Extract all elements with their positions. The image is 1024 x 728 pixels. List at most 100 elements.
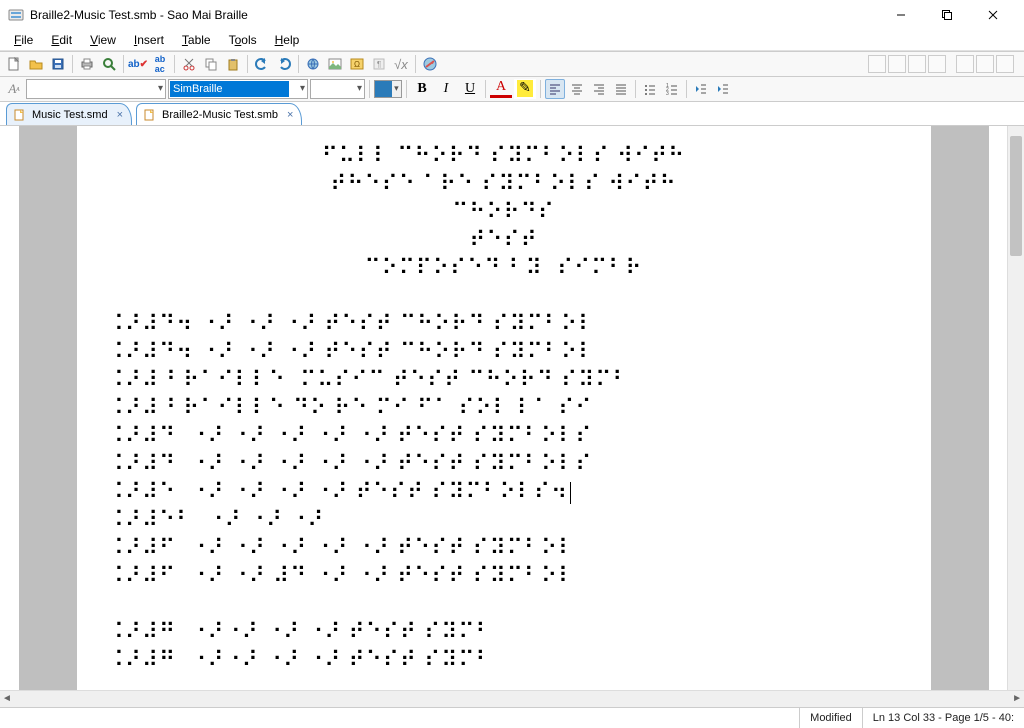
link-button[interactable] bbox=[303, 54, 323, 74]
editor-area: ⠋⠥⠇⠇ ⠉⠓⠕⠗⠙ ⠎⠽⠍⠃⠕⠇⠎ ⠺⠊⠞⠓⠞⠓⠑⠎⠑ ⠁⠗⠑ ⠎⠽⠍⠃⠕⠇⠎… bbox=[0, 126, 1024, 690]
menu-file[interactable]: File bbox=[6, 31, 41, 49]
svg-text:Ω: Ω bbox=[354, 60, 360, 69]
braille-line: ⠨⠜⠼⠙ ⠐⠜ ⠐⠜ ⠐⠜ ⠐⠜ ⠐⠜ ⠞⠑⠎⠞ ⠎⠽⠍⠃⠕⠇⠎ bbox=[101, 422, 907, 450]
toolbar-main: ab✔ abac Ω ¶ √x bbox=[0, 51, 1024, 76]
view-mode-7[interactable] bbox=[996, 55, 1014, 73]
color-swatch-select[interactable]: ▾ bbox=[374, 80, 402, 98]
bullet-list-button[interactable] bbox=[640, 79, 660, 99]
document-icon bbox=[13, 108, 27, 122]
equation-button[interactable]: √x bbox=[391, 54, 411, 74]
font-style-select[interactable]: SimBraille ▾ bbox=[168, 79, 308, 99]
underline-button[interactable]: U bbox=[459, 79, 481, 99]
menu-edit[interactable]: Edit bbox=[43, 31, 80, 49]
minimize-button[interactable] bbox=[878, 0, 924, 30]
tab-label: Music Test.smd bbox=[32, 109, 108, 121]
horizontal-scrollbar[interactable]: ◄ ► bbox=[0, 690, 1024, 707]
font-size-select[interactable]: ▾ bbox=[310, 79, 365, 99]
braille-line: ⠨⠜⠼⠙⠲ ⠐⠜ ⠐⠜ ⠐⠜ ⠞⠑⠎⠞ ⠉⠓⠕⠗⠙ ⠎⠽⠍⠃⠕⠇ bbox=[101, 310, 907, 338]
font-color-button[interactable]: A bbox=[490, 80, 512, 98]
scrollbar-thumb[interactable] bbox=[1010, 136, 1022, 256]
document-icon bbox=[143, 108, 157, 122]
font-style-value: SimBraille bbox=[173, 83, 223, 95]
doc-tab-1[interactable]: Music Test.smd × bbox=[6, 103, 132, 125]
font-dialog-button[interactable]: Aᴀ bbox=[4, 79, 24, 99]
spellcheck-button[interactable]: ab✔ bbox=[128, 54, 148, 74]
undo-button[interactable] bbox=[252, 54, 272, 74]
maximize-button[interactable] bbox=[924, 0, 970, 30]
cut-button[interactable] bbox=[179, 54, 199, 74]
braille-line: ⠨⠜⠼⠑ ⠐⠜ ⠐⠜ ⠐⠜ ⠐⠜ ⠞⠑⠎⠞ ⠎⠽⠍⠃⠕⠇⠎⠲ bbox=[101, 478, 907, 506]
text-cursor bbox=[570, 482, 571, 504]
toolbar-format: Aᴀ ▾ SimBraille ▾ ▾ ▾ B I U A ✎ 123 bbox=[0, 77, 1024, 102]
window-title: Braille2-Music Test.smb - Sao Mai Braill… bbox=[30, 8, 878, 22]
save-button[interactable] bbox=[48, 54, 68, 74]
doc-tab-2[interactable]: Braille2-Music Test.smb × bbox=[136, 103, 302, 125]
status-modified: Modified bbox=[799, 708, 862, 728]
menu-tools[interactable]: Tools bbox=[221, 31, 265, 49]
view-mode-1[interactable] bbox=[868, 55, 886, 73]
number-list-button[interactable]: 123 bbox=[662, 79, 682, 99]
align-justify-button[interactable] bbox=[611, 79, 631, 99]
vertical-scrollbar[interactable] bbox=[1007, 126, 1024, 690]
highlight-button[interactable]: ✎ bbox=[514, 79, 536, 99]
svg-text:3: 3 bbox=[666, 91, 669, 96]
braille-line: ⠨⠜⠼⠋ ⠐⠜ ⠐⠜ ⠐⠜ ⠐⠜ ⠐⠜ ⠞⠑⠎⠞ ⠎⠽⠍⠃⠕⠇ bbox=[101, 534, 907, 562]
indent-button[interactable] bbox=[713, 79, 733, 99]
new-button[interactable] bbox=[4, 54, 24, 74]
braille-line: ⠨⠜⠼⠛ ⠐⠜⠐⠜ ⠐⠜ ⠐⠜ ⠞⠑⠎⠞ ⠎⠽⠍⠃ bbox=[101, 618, 907, 646]
menu-table[interactable]: Table bbox=[174, 31, 219, 49]
outdent-button[interactable] bbox=[691, 79, 711, 99]
copy-button[interactable] bbox=[201, 54, 221, 74]
view-mode-6[interactable] bbox=[976, 55, 994, 73]
left-margin bbox=[19, 126, 77, 690]
view-mode-5[interactable] bbox=[956, 55, 974, 73]
chevron-down-icon: ▾ bbox=[300, 83, 305, 94]
tab-label: Braille2-Music Test.smb bbox=[162, 109, 278, 121]
braille-line: ⠨⠜⠼⠑⠃ ⠐⠜ ⠐⠜ ⠐⠜ bbox=[101, 506, 907, 534]
braille-line bbox=[101, 590, 907, 618]
braille-line: ⠨⠜⠼ ⠃⠗⠁⠊⠇⠇⠑ ⠙⠕ ⠗⠑ ⠍⠊ ⠋⠁ ⠎⠕⠇ ⠇⠁ ⠎⠊ bbox=[101, 394, 907, 422]
close-button[interactable] bbox=[970, 0, 1016, 30]
find-replace-button[interactable]: abac bbox=[150, 54, 170, 74]
menu-help[interactable]: Help bbox=[267, 31, 308, 49]
titlebar: Braille2-Music Test.smb - Sao Mai Braill… bbox=[0, 0, 1024, 30]
svg-text:¶: ¶ bbox=[377, 60, 381, 69]
braille-line: ⠞⠑⠎⠞ bbox=[101, 226, 907, 254]
braille-line: ⠞⠓⠑⠎⠑ ⠁⠗⠑ ⠎⠽⠍⠃⠕⠇⠎ ⠺⠊⠞⠓ bbox=[101, 170, 907, 198]
font-family-select[interactable]: ▾ bbox=[26, 79, 166, 99]
open-button[interactable] bbox=[26, 54, 46, 74]
align-center-button[interactable] bbox=[567, 79, 587, 99]
symbol-button[interactable]: Ω bbox=[347, 54, 367, 74]
scroll-right-icon[interactable]: ► bbox=[1012, 693, 1022, 704]
statusbar: Modified Ln 13 Col 33 - Page 1/5 - 40: bbox=[0, 707, 1024, 728]
print-button[interactable] bbox=[77, 54, 97, 74]
italic-button[interactable]: I bbox=[435, 79, 457, 99]
menu-insert[interactable]: Insert bbox=[126, 31, 172, 49]
page-viewport[interactable]: ⠋⠥⠇⠇ ⠉⠓⠕⠗⠙ ⠎⠽⠍⠃⠕⠇⠎ ⠺⠊⠞⠓⠞⠓⠑⠎⠑ ⠁⠗⠑ ⠎⠽⠍⠃⠕⠇⠎… bbox=[0, 126, 1007, 690]
menu-view[interactable]: View bbox=[82, 31, 124, 49]
close-icon[interactable]: × bbox=[117, 109, 123, 121]
page-content[interactable]: ⠋⠥⠇⠇ ⠉⠓⠕⠗⠙ ⠎⠽⠍⠃⠕⠇⠎ ⠺⠊⠞⠓⠞⠓⠑⠎⠑ ⠁⠗⠑ ⠎⠽⠍⠃⠕⠇⠎… bbox=[77, 126, 931, 690]
view-mode-3[interactable] bbox=[908, 55, 926, 73]
bold-button[interactable]: B bbox=[411, 79, 433, 99]
chevron-down-icon: ▾ bbox=[158, 83, 163, 94]
scroll-left-icon[interactable]: ◄ bbox=[2, 693, 12, 704]
close-icon[interactable]: × bbox=[287, 109, 293, 121]
braille-line: ⠋⠥⠇⠇ ⠉⠓⠕⠗⠙ ⠎⠽⠍⠃⠕⠇⠎ ⠺⠊⠞⠓ bbox=[101, 142, 907, 170]
view-mode-2[interactable] bbox=[888, 55, 906, 73]
braille-line: ⠨⠜⠼⠙⠲ ⠐⠜ ⠐⠜ ⠐⠜ ⠞⠑⠎⠞ ⠉⠓⠕⠗⠙ ⠎⠽⠍⠃⠕⠇ bbox=[101, 338, 907, 366]
braille-line bbox=[101, 282, 907, 310]
print-preview-button[interactable] bbox=[99, 54, 119, 74]
style-button[interactable]: ¶ bbox=[369, 54, 389, 74]
redo-button[interactable] bbox=[274, 54, 294, 74]
chevron-down-icon: ▾ bbox=[357, 83, 362, 94]
braille-line: ⠨⠜⠼⠛ ⠐⠜⠐⠜ ⠐⠜ ⠐⠜ ⠞⠑⠎⠞ ⠎⠽⠍⠃ bbox=[101, 646, 907, 674]
align-right-button[interactable] bbox=[589, 79, 609, 99]
align-left-button[interactable] bbox=[545, 79, 565, 99]
braille-line: ⠨⠜⠼⠙ ⠐⠜ ⠐⠜ ⠐⠜ ⠐⠜ ⠐⠜ ⠞⠑⠎⠞ ⠎⠽⠍⠃⠕⠇⠎ bbox=[101, 450, 907, 478]
right-margin bbox=[931, 126, 989, 690]
paste-button[interactable] bbox=[223, 54, 243, 74]
translate-button[interactable] bbox=[420, 54, 440, 74]
image-button[interactable] bbox=[325, 54, 345, 74]
view-mode-4[interactable] bbox=[928, 55, 946, 73]
